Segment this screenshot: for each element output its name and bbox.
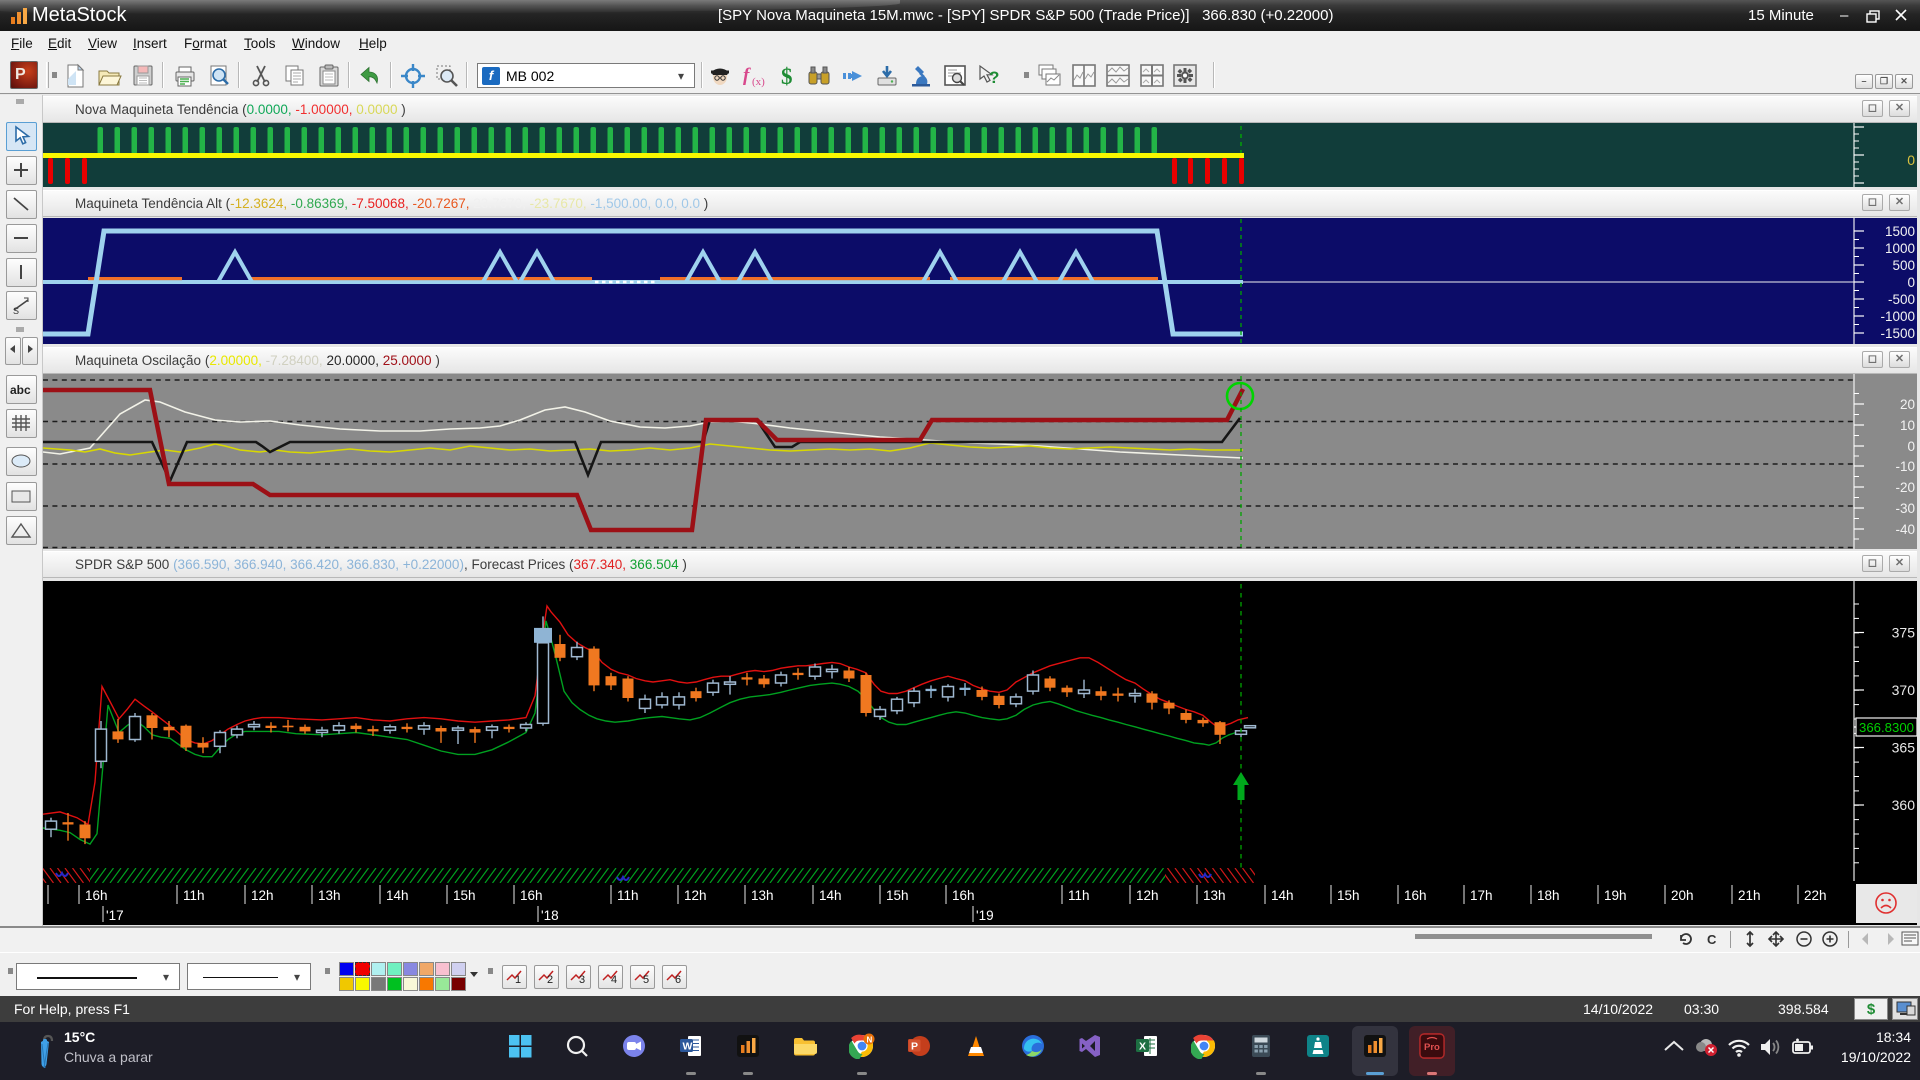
svg-text:14h: 14h [819,888,842,903]
svg-text:-10: -10 [1895,459,1915,474]
svg-text:12h: 12h [1136,888,1159,903]
svg-text:360: 360 [1892,797,1916,813]
svg-text:-20: -20 [1895,480,1915,495]
svg-text:4: 4 [611,974,617,986]
svg-text:19h: 19h [1604,888,1627,903]
svg-text:C: C [1707,932,1717,947]
svg-text:16h: 16h [952,888,975,903]
svg-text:13h: 13h [1203,888,1226,903]
svg-text:'19: '19 [976,908,994,923]
svg-text:20: 20 [1900,397,1915,412]
svg-text:'17: '17 [106,908,124,923]
svg-text:16h: 16h [1404,888,1427,903]
svg-text:365: 365 [1892,740,1916,756]
svg-text:16h: 16h [85,888,108,903]
svg-text:14h: 14h [1271,888,1294,903]
svg-text:1000: 1000 [1885,241,1915,256]
svg-text:11h: 11h [617,888,639,903]
svg-text:W: W [683,1041,693,1053]
svg-text:21h: 21h [1738,888,1761,903]
svg-text:(x): (x) [752,76,765,88]
svg-text:-30: -30 [1895,501,1915,516]
svg-text:S: S [13,306,19,316]
svg-text:12h: 12h [684,888,707,903]
svg-text:18h: 18h [1537,888,1560,903]
svg-text:-40: -40 [1895,522,1915,537]
svg-text:16h: 16h [520,888,543,903]
svg-text:11h: 11h [183,888,205,903]
svg-text:'18: '18 [541,908,559,923]
svg-text:500: 500 [1892,258,1915,273]
svg-text:X: X [1139,1041,1146,1053]
svg-text:1500: 1500 [1885,224,1915,239]
svg-text:22h: 22h [1804,888,1827,903]
svg-text:370: 370 [1892,682,1916,698]
svg-text:1: 1 [515,974,521,986]
svg-text:375: 375 [1892,625,1916,641]
svg-text:-1000: -1000 [1880,309,1915,324]
svg-text:?: ? [989,68,999,87]
svg-text:–: – [1840,7,1849,24]
svg-text:17h: 17h [1470,888,1493,903]
svg-text:$: $ [781,64,793,89]
svg-text:15h: 15h [453,888,476,903]
svg-text:13h: 13h [318,888,341,903]
svg-text:f: f [743,65,751,86]
svg-text:10: 10 [1900,418,1915,433]
svg-text:20h: 20h [1671,888,1694,903]
svg-text:15h: 15h [1337,888,1360,903]
svg-text:0: 0 [1907,439,1915,454]
svg-text:0: 0 [1907,152,1915,168]
svg-text:P: P [911,1041,918,1053]
svg-text:14h: 14h [386,888,409,903]
svg-text:6: 6 [675,974,681,986]
svg-text:Pro: Pro [1424,1042,1440,1053]
svg-text:3: 3 [579,974,585,986]
svg-text:15h: 15h [886,888,909,903]
svg-text:abc: abc [10,383,31,397]
svg-text:11h: 11h [1068,888,1090,903]
svg-text:2: 2 [547,974,553,986]
svg-text:13h: 13h [751,888,774,903]
svg-text:N: N [867,1036,873,1045]
svg-text:5: 5 [643,974,649,986]
svg-text:-500: -500 [1888,292,1915,307]
svg-text:12h: 12h [251,888,274,903]
svg-text:0: 0 [1907,275,1915,290]
svg-text:366.8300: 366.8300 [1859,720,1914,735]
svg-text:-1500: -1500 [1880,326,1915,341]
